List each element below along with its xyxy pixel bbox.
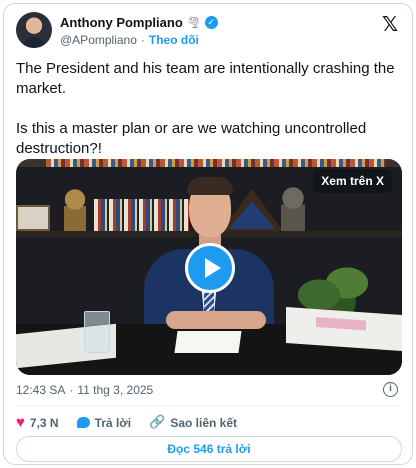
tweet-text: The President and his team are intention… xyxy=(16,59,402,159)
separator-dot: · xyxy=(140,33,145,47)
author-handle[interactable]: @APompliano xyxy=(60,33,137,47)
read-replies-button[interactable]: Đọc 546 trả lời xyxy=(16,436,402,462)
tweet-time[interactable]: 12:43 SA xyxy=(16,383,65,397)
action-bar: ♥ 7,3 N Trả lời 🔗 Sao liên kết xyxy=(16,414,237,431)
reply-bubble-icon xyxy=(76,417,90,428)
verified-badge-icon: ✓ xyxy=(204,16,218,29)
copy-link-button[interactable]: 🔗 Sao liên kết xyxy=(149,415,237,430)
tweet-card: Anthony Pompliano 🌪 ✓ @APompliano · Theo… xyxy=(3,3,413,465)
bust-statue xyxy=(64,189,86,231)
picture-frame xyxy=(16,205,50,231)
author-name[interactable]: Anthony Pompliano xyxy=(60,15,183,30)
reply-button[interactable]: Trả lời xyxy=(76,415,132,430)
separator-dot: · xyxy=(69,383,74,397)
books-shelf xyxy=(94,199,189,232)
tweet-paragraph-2: Is this a master plan or are we watching… xyxy=(16,120,367,157)
desk-paper xyxy=(174,331,242,353)
person-hair xyxy=(187,177,233,195)
tweet-header: Anthony Pompliano 🌪 ✓ @APompliano · Theo… xyxy=(16,12,400,52)
tweet-date[interactable]: 11 thg 3, 2025 xyxy=(77,383,153,397)
tweet-paragraph-1: The President and his team are intention… xyxy=(16,60,395,97)
water-glass xyxy=(84,311,110,353)
copy-link-label: Sao liên kết xyxy=(170,415,238,430)
tornado-icon: 🌪 xyxy=(186,17,201,29)
divider xyxy=(16,405,400,406)
follow-button[interactable]: Theo dõi xyxy=(149,33,199,47)
books-row xyxy=(46,159,386,167)
avatar[interactable] xyxy=(16,12,52,48)
author-handle-row: @APompliano · Theo dõi xyxy=(60,33,199,47)
link-icon: 🔗 xyxy=(149,415,166,430)
person-hands xyxy=(166,311,266,329)
author-name-row: Anthony Pompliano 🌪 ✓ xyxy=(60,15,218,30)
like-button[interactable]: ♥ 7,3 N xyxy=(16,414,59,431)
video-player[interactable]: Xem trên X xyxy=(16,159,402,375)
tweet-timestamp[interactable]: 12:43 SA · 11 thg 3, 2025 xyxy=(16,383,153,397)
watch-on-x-button[interactable]: Xem trên X xyxy=(313,169,392,193)
info-icon[interactable]: i xyxy=(383,382,398,397)
bust-statue-2 xyxy=(281,187,305,231)
heart-icon: ♥ xyxy=(16,414,25,431)
play-icon[interactable] xyxy=(185,243,235,293)
like-count: 7,3 N xyxy=(29,415,59,430)
reply-label: Trả lời xyxy=(94,415,132,430)
x-logo-icon[interactable]: 𝕏 xyxy=(380,14,400,34)
